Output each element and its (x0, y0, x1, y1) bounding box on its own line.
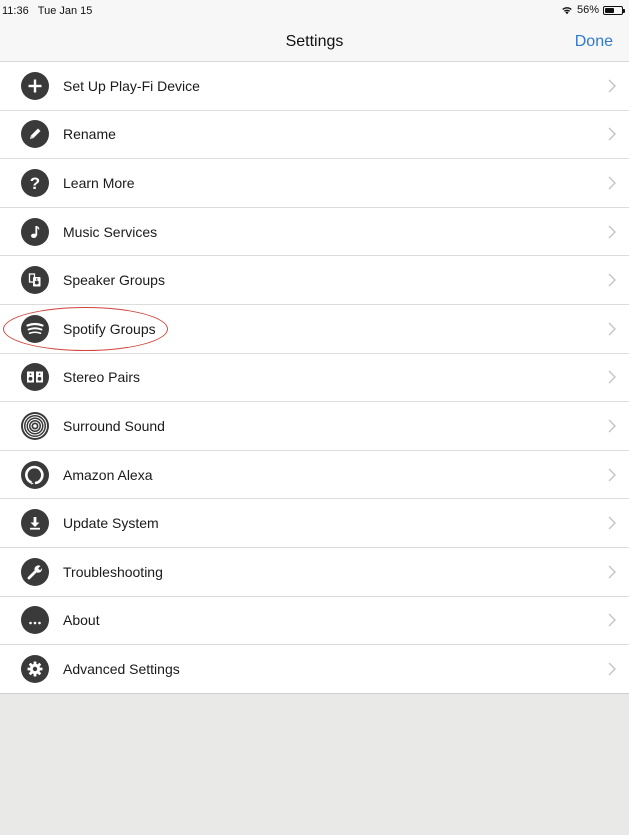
speaker-groups-icon (21, 266, 49, 295)
wrench-icon (21, 557, 49, 586)
pencil-icon (21, 120, 49, 149)
settings-item-music-services[interactable]: Music Services (0, 208, 629, 257)
settings-item-amazon-alexa[interactable]: Amazon Alexa (0, 451, 629, 500)
spotify-icon (21, 314, 49, 343)
settings-item-spotify-groups[interactable]: Spotify Groups (0, 305, 629, 354)
chevron-right-icon (608, 613, 616, 627)
settings-item-advanced-settings[interactable]: Advanced Settings (0, 645, 629, 694)
chevron-right-icon (608, 176, 616, 190)
settings-item-stereo-pairs[interactable]: Stereo Pairs (0, 354, 629, 403)
chevron-right-icon (608, 127, 616, 141)
settings-item-label: Surround Sound (63, 417, 165, 434)
settings-item-label: Troubleshooting (63, 563, 163, 580)
chevron-right-icon (608, 322, 616, 336)
surround-sound-icon (21, 411, 49, 440)
download-icon (21, 509, 49, 538)
chevron-right-icon (608, 468, 616, 482)
chevron-right-icon (608, 273, 616, 287)
settings-item-label: Music Services (63, 223, 158, 240)
alexa-icon (21, 460, 49, 489)
navigation-bar: Settings Done (0, 22, 629, 62)
settings-item-label: Speaker Groups (63, 272, 165, 289)
chevron-right-icon (608, 419, 616, 433)
settings-screen: 11:36 Tue Jan 15 56% Settings Done Set U… (0, 0, 629, 835)
svg-text:?: ? (30, 174, 40, 192)
question-icon: ? (21, 168, 49, 197)
settings-list: Set Up Play-Fi Device Rename ? Learn Mor… (0, 62, 629, 694)
settings-item-label: About (63, 612, 100, 629)
page-title: Settings (285, 33, 344, 50)
settings-item-label: Spotify Groups (63, 320, 156, 337)
battery-percent: 56% (576, 4, 599, 16)
chevron-right-icon (608, 662, 616, 676)
status-indicators: 56% (561, 4, 625, 16)
wifi-icon (562, 7, 572, 15)
gear-icon (21, 654, 49, 683)
chevron-right-icon (608, 565, 616, 579)
done-button[interactable]: Done (575, 33, 613, 51)
chevron-right-icon (608, 370, 616, 384)
settings-item-rename[interactable]: Rename (0, 111, 629, 160)
ellipsis-icon (21, 606, 49, 635)
settings-item-about[interactable]: About (0, 597, 629, 646)
status-time: 11:36 (2, 5, 29, 17)
settings-item-learn-more[interactable]: ? Learn More (0, 159, 629, 208)
plus-icon (21, 71, 49, 100)
settings-item-speaker-groups[interactable]: Speaker Groups (0, 256, 629, 305)
status-time-date: 11:36 Tue Jan 15 (2, 5, 92, 17)
settings-item-update-system[interactable]: Update System (0, 499, 629, 548)
music-note-icon (21, 217, 49, 246)
chevron-right-icon (608, 79, 616, 93)
status-bar: 11:36 Tue Jan 15 56% (0, 0, 629, 22)
settings-item-troubleshooting[interactable]: Troubleshooting (0, 548, 629, 597)
chevron-right-icon (608, 516, 616, 530)
battery-icon (603, 5, 625, 15)
status-date: Tue Jan 15 (37, 5, 93, 17)
settings-item-label: Advanced Settings (63, 660, 180, 677)
settings-item-label: Update System (63, 515, 159, 532)
settings-item-label: Rename (63, 126, 116, 143)
settings-item-label: Stereo Pairs (63, 369, 141, 386)
settings-item-label: Amazon Alexa (63, 466, 153, 483)
stereo-pair-icon (21, 363, 49, 392)
settings-item-label: Set Up Play-Fi Device (63, 77, 200, 94)
settings-item-set-up-play-fi-device[interactable]: Set Up Play-Fi Device (0, 62, 629, 111)
battery-level-fill (605, 7, 614, 13)
settings-item-surround-sound[interactable]: Surround Sound (0, 402, 629, 451)
chevron-right-icon (608, 225, 616, 239)
settings-item-label: Learn More (63, 174, 135, 191)
